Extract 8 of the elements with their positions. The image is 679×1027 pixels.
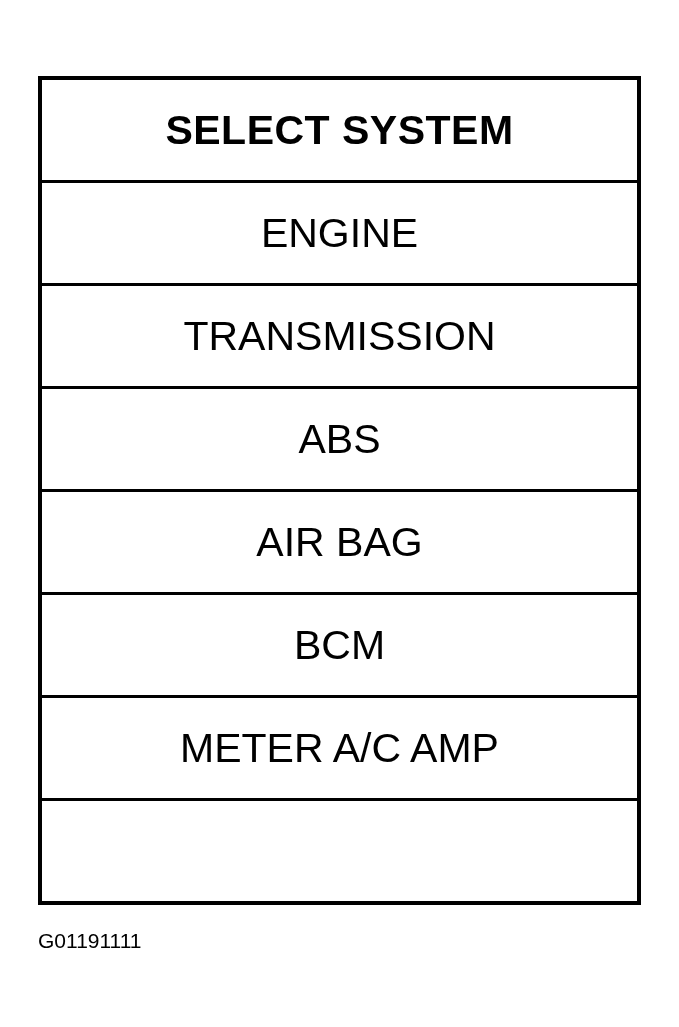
system-option[interactable]: BCM [42,592,637,695]
system-option[interactable]: AIR BAG [42,489,637,592]
system-option[interactable]: ENGINE [42,180,637,283]
figure-code: G01191111 [38,929,142,953]
system-option[interactable]: ABS [42,386,637,489]
menu-title: SELECT SYSTEM [164,105,515,155]
system-option[interactable]: METER A/C AMP [42,695,637,798]
system-option[interactable]: TRANSMISSION [42,283,637,386]
